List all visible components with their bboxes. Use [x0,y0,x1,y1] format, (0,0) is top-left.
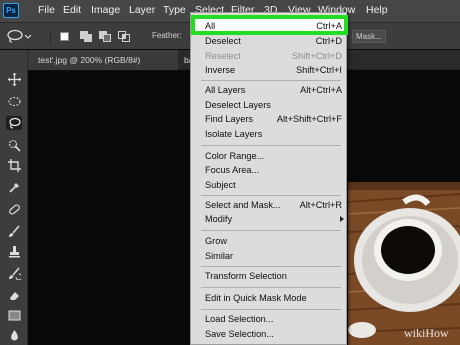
intersect-selection-icon[interactable] [118,31,130,42]
eraser-tool-icon[interactable] [6,288,22,302]
menu-item-deselect[interactable]: Deselect Ctrl+D [191,35,348,49]
menu-item-label: Inverse [205,65,236,75]
menu-item-label: Deselect [205,36,241,46]
menu-item-label: Isolate Layers [205,129,263,139]
photoshop-logo-icon: Ps [3,3,19,18]
menu-item-select-and-mask[interactable]: Select and Mask... Alt+Ctrl+R [191,199,348,213]
menu-item-label: Grow [205,236,227,246]
marquee-tool-icon[interactable] [6,94,22,108]
menu-item-label: All Layers [205,85,246,95]
menu-layer[interactable]: Layer [129,4,155,17]
menu-item-find-layers[interactable]: Find Layers Alt+Shift+Ctrl+F [191,113,348,127]
menu-item-shortcut: Ctrl+D [315,36,342,46]
menu-item-label: Color Range... [205,151,265,161]
menu-separator [201,287,341,288]
submenu-arrow-icon [340,216,344,222]
coffee-cup-image [348,182,460,345]
add-to-selection-icon[interactable] [80,31,92,42]
menu-item-modify[interactable]: Modify [191,213,348,227]
menu-item-shortcut: Shift+Ctrl+D [291,51,342,61]
menu-item-shortcut: Alt+Shift+Ctrl+F [276,114,342,124]
menu-item-label: Select and Mask... [205,200,281,210]
menu-item-shortcut: Shift+Ctrl+I [296,65,342,75]
menu-item-quick-mask[interactable]: Edit in Quick Mask Mode [191,292,348,306]
tools-panel [0,50,28,345]
menu-separator [201,195,341,196]
menu-item-shortcut: Alt+Ctrl+A [300,85,342,95]
healing-brush-tool-icon[interactable] [6,202,22,216]
menu-item-shortcut: Alt+Ctrl+R [299,200,342,210]
menu-item-label: Edit in Quick Mask Mode [205,293,307,303]
menu-separator [201,145,341,146]
eyedropper-tool-icon[interactable] [6,180,22,194]
menu-item-label: Save Selection... [205,329,274,339]
subtract-from-selection-icon[interactable] [99,31,111,42]
menu-item-label: Subject [205,180,236,190]
feather-label: Feather: [152,31,182,40]
document-tab-label: test'.jpg @ 200% (RGB/8#) [38,55,141,65]
menu-help[interactable]: Help [366,4,388,17]
menu-item-all[interactable]: All Ctrl+A [191,15,348,35]
history-brush-tool-icon[interactable] [6,266,22,280]
menu-item-reselect: Reselect Shift+Ctrl+D [191,50,348,64]
menu-item-label: Focus Area... [205,165,260,175]
menu-item-label: Transform Selection [205,271,287,281]
canvas-image [348,182,460,345]
select-menu-dropdown: All Ctrl+A Deselect Ctrl+D Reselect Shif… [190,12,348,345]
menu-separator [201,80,341,81]
gradient-tool-icon[interactable] [6,308,22,322]
menu-item-similar[interactable]: Similar [191,250,348,264]
menu-item-deselect-layers[interactable]: Deselect Layers [191,99,348,113]
document-tab-active[interactable]: test'.jpg @ 200% (RGB/8#) [28,50,178,70]
menu-item-focus-area[interactable]: Focus Area... [191,164,348,178]
crop-tool-icon[interactable] [6,158,22,172]
menu-item-isolate-layers[interactable]: Isolate Layers [191,128,348,142]
lasso-preset-icon[interactable] [6,29,32,44]
menu-item-label: Similar [205,251,234,261]
menu-type[interactable]: Type [163,4,186,17]
menu-item-label: Find Layers [205,114,254,124]
menu-item-transform-selection[interactable]: Transform Selection [191,270,348,284]
new-selection-icon[interactable] [60,32,69,41]
menu-item-color-range[interactable]: Color Range... [191,150,348,164]
menu-item-all-layers[interactable]: All Layers Alt+Ctrl+A [191,84,348,98]
menu-item-label: Modify [205,214,233,224]
blur-tool-icon[interactable] [6,328,22,342]
move-tool-icon[interactable] [6,72,22,86]
menu-item-label: Reselect [205,51,241,61]
menu-item-load-selection[interactable]: Load Selection... [191,313,348,327]
menu-item-shortcut: Ctrl+A [316,21,342,31]
options-divider [50,30,51,44]
menu-file[interactable]: File [38,4,55,17]
photoshop-window: Ps File Edit Image Layer Type Select Fil… [0,0,460,345]
menu-item-save-selection[interactable]: Save Selection... [191,328,348,342]
menu-item-label: Load Selection... [205,314,274,324]
menu-item-grow[interactable]: Grow [191,235,348,249]
menu-separator [201,266,341,267]
menu-edit[interactable]: Edit [63,4,81,17]
menu-image[interactable]: Image [91,4,120,17]
brush-tool-icon[interactable] [6,224,22,238]
quick-selection-tool-icon[interactable] [6,138,22,152]
lasso-tool-icon[interactable] [6,116,22,130]
menu-item-label: Deselect Layers [205,100,271,110]
menu-item-label: All [205,21,216,31]
select-and-mask-button[interactable]: Mask... [352,30,386,43]
clone-stamp-tool-icon[interactable] [6,244,22,258]
menu-separator [201,230,341,231]
menu-item-subject[interactable]: Subject [191,179,348,193]
wikihow-watermark: wikiHow [404,326,449,340]
menu-separator [201,309,341,310]
menu-item-inverse[interactable]: Inverse Shift+Ctrl+I [191,64,348,78]
